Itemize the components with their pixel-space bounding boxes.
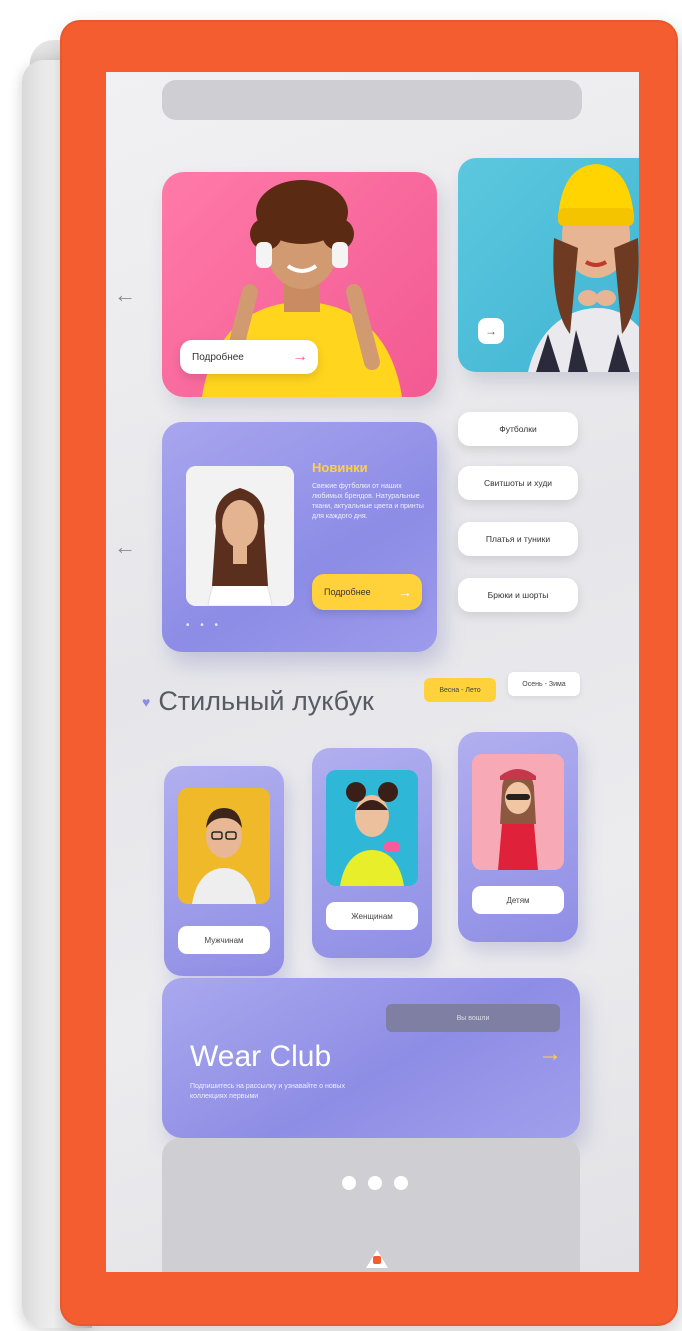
model-photo (186, 466, 294, 606)
top-search-bar[interactable] (162, 80, 582, 120)
woman-portrait-image (326, 770, 418, 886)
heart-icon: ♥ (142, 693, 151, 710)
kids-photo (472, 754, 564, 870)
season-tag-autumn-winter[interactable]: Осень - Зима (508, 672, 580, 696)
arrow-right-icon: → (398, 584, 412, 600)
screen: ← ← Подробнее → → Новинки Свежие футболк… (106, 72, 639, 1272)
woman-portrait-image (186, 466, 294, 606)
feature-title: Новинки (312, 460, 368, 475)
details-button[interactable]: Подробнее → (180, 340, 318, 374)
promo-banner-beanie[interactable]: → (458, 158, 639, 372)
men-photo (178, 788, 270, 904)
category-dresses[interactable]: Платья и туники (458, 522, 578, 556)
pagination-dots[interactable]: • • • (186, 620, 222, 631)
dot (342, 1176, 356, 1190)
season-tag-spring-summer[interactable]: Весна - Лето (424, 678, 496, 702)
man-portrait-image (178, 788, 270, 904)
lookbook-card-women[interactable]: Женщинам (312, 748, 432, 958)
men-label[interactable]: Мужчинам (178, 926, 270, 954)
category-trousers[interactable]: Брюки и шорты (458, 578, 578, 612)
club-description: Подпишитесь на рассылку и узнавайте о но… (190, 1083, 345, 1100)
banner-next-button[interactable]: → (478, 318, 504, 344)
wear-club-card: Вы вошли Wear Club Подпишитесь на рассыл… (162, 978, 580, 1138)
details-button-label: Подробнее (192, 351, 244, 363)
dot (368, 1176, 382, 1190)
brand-logo-icon (366, 1250, 388, 1268)
feature-description: Свежие футболки от наших любимых брендов… (312, 483, 424, 520)
dot (394, 1176, 408, 1190)
new-arrivals-card: Новинки Свежие футболки от наших любимых… (162, 422, 437, 652)
feature-details-button[interactable]: Подробнее → (312, 574, 422, 610)
club-name: Wear Club (190, 1040, 332, 1073)
prev-arrow-icon[interactable]: ← (114, 534, 136, 560)
kids-label[interactable]: Детям (472, 886, 564, 914)
lookbook-card-men[interactable]: Мужчинам (164, 766, 284, 976)
arrow-right-icon[interactable]: → (538, 1040, 562, 1068)
lookbook-card-kids[interactable]: Детям (458, 732, 578, 942)
child-portrait-image (472, 754, 564, 870)
category-sweatshirts[interactable]: Свитшоты и худи (458, 466, 578, 500)
arrow-right-icon: → (292, 348, 308, 365)
prev-arrow-icon[interactable]: ← (114, 282, 136, 308)
lookbook-heading: ♥ Стильный лукбук (142, 686, 374, 717)
feature-details-label: Подробнее (324, 587, 371, 597)
promo-banner-headphones[interactable]: Подробнее → (162, 172, 437, 397)
loading-dots (342, 1176, 408, 1190)
lookbook-title: Стильный лукбук (158, 686, 374, 716)
women-label[interactable]: Женщинам (326, 902, 418, 930)
women-photo (326, 770, 418, 886)
category-tshirts[interactable]: Футболки (458, 412, 578, 446)
club-status-button[interactable]: Вы вошли (386, 1004, 560, 1032)
